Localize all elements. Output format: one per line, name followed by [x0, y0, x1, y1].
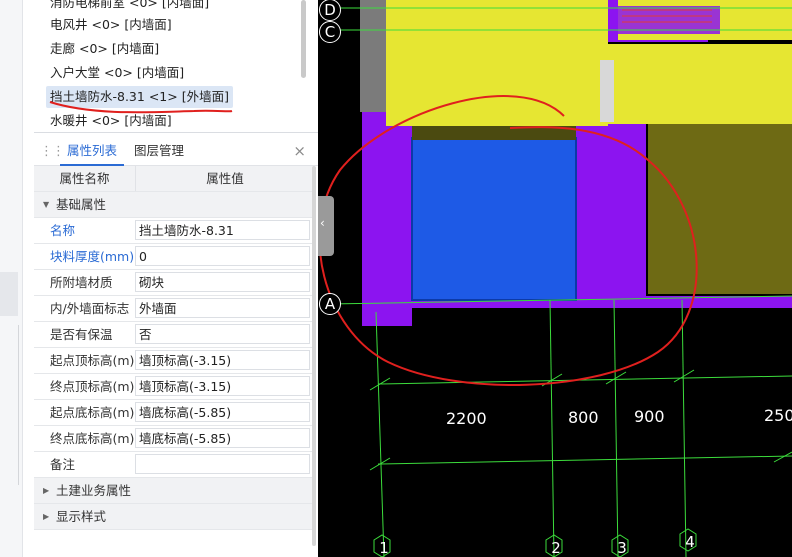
- group-display[interactable]: ▶ 显示样式: [34, 504, 314, 530]
- dimension-label: 2200: [446, 409, 487, 428]
- prop-name: 名称: [50, 223, 76, 238]
- expand-down-icon: ▼: [43, 200, 50, 209]
- table-row: 起点顶标高(m) 墙顶标高(-3.15): [34, 348, 314, 374]
- prop-name: 是否有保温: [50, 327, 113, 342]
- prop-name: 起点底标高(m): [50, 405, 135, 420]
- table-row: 终点顶标高(m) 墙顶标高(-3.15): [34, 374, 314, 400]
- left-strip-divider: [0, 325, 19, 485]
- yellow-block-left: [386, 0, 608, 126]
- yellow-block-right: [602, 44, 792, 124]
- prop-name: 所附墙材质: [50, 275, 113, 290]
- group-civil[interactable]: ▶ 土建业务属性: [34, 478, 314, 504]
- header-value: 属性值: [206, 171, 244, 186]
- dimension-label: 250: [764, 406, 792, 425]
- prop-name: 内/外墙面标志: [50, 301, 130, 316]
- group-label: 土建业务属性: [56, 483, 132, 498]
- expand-right-icon: ▶: [43, 512, 50, 521]
- list-divider: [34, 132, 318, 133]
- panel-collapse-handle[interactable]: ‹: [318, 196, 334, 256]
- prop-value-field[interactable]: [135, 454, 310, 474]
- property-table: 属性名称 属性值 ▼ 基础属性 名称 挡土墙防水-8.31 块料厚度(mm) 0…: [34, 166, 314, 530]
- prop-value-field[interactable]: 挡土墙防水-8.31: [135, 220, 310, 240]
- olive-area: [648, 118, 792, 294]
- prop-value-field[interactable]: 否: [135, 324, 310, 344]
- chevron-left-icon: ‹: [320, 216, 325, 230]
- prop-value-field[interactable]: 0: [135, 246, 310, 266]
- prop-name: 终点底标高(m): [50, 431, 135, 446]
- prop-value-field[interactable]: 墙顶标高(-3.15): [135, 350, 310, 370]
- axis-label-D: D: [319, 0, 341, 21]
- blue-wall-block: [412, 138, 576, 300]
- group-label: 显示样式: [56, 509, 107, 524]
- component-panel: 消防电梯前室 <0> [内墙面] 电风井 <0> [内墙面] 走廊 <0> [内…: [34, 0, 318, 557]
- prop-name: 起点顶标高(m): [50, 353, 135, 368]
- grid-number: 3: [617, 539, 627, 557]
- table-row: 起点底标高(m) 墙底标高(-5.85): [34, 400, 314, 426]
- grid-number: 2: [551, 539, 561, 557]
- dimension-label: 800: [568, 408, 599, 427]
- prop-value-field[interactable]: 外墙面: [135, 298, 310, 318]
- dimension-label: 900: [634, 407, 665, 426]
- axis-label-C: C: [319, 21, 341, 43]
- table-row: 名称 挡土墙防水-8.31: [34, 218, 314, 244]
- header-name: 属性名称: [59, 171, 110, 186]
- table-row: 内/外墙面标志 外墙面: [34, 296, 314, 322]
- table-header: 属性名称 属性值: [34, 166, 314, 192]
- grid-number: 1: [379, 539, 389, 557]
- expand-right-icon: ▶: [43, 486, 50, 495]
- prop-name: 块料厚度(mm): [50, 249, 135, 264]
- tab-layers[interactable]: 图层管理: [134, 138, 190, 164]
- table-row: 备注: [34, 452, 314, 478]
- table-row: 块料厚度(mm) 0: [34, 244, 314, 270]
- purple-wall-mid: [576, 118, 646, 304]
- table-row: 是否有保温 否: [34, 322, 314, 348]
- panel-scrollbar[interactable]: [312, 166, 316, 546]
- prop-value-field[interactable]: 墙底标高(-5.85): [135, 428, 310, 448]
- plan-drawing: [318, 0, 792, 557]
- panel-tabbar: ⋮⋮ 属性列表 图层管理 ×: [34, 138, 318, 166]
- grid-number: 4: [685, 533, 695, 551]
- prop-name: 备注: [50, 457, 76, 472]
- group-basic[interactable]: ▼ 基础属性: [34, 192, 314, 218]
- tab-properties[interactable]: 属性列表: [60, 138, 124, 166]
- grey-wall: [360, 0, 386, 112]
- table-row: 终点底标高(m) 墙底标高(-5.85): [34, 426, 314, 452]
- left-side-strip: [0, 0, 23, 557]
- prop-value-field[interactable]: 墙顶标高(-3.15): [135, 376, 310, 396]
- close-icon[interactable]: ×: [293, 142, 306, 160]
- selection-underline-annotation: [49, 101, 233, 114]
- prop-value-field[interactable]: 砌块: [135, 272, 310, 292]
- prop-name: 终点顶标高(m): [50, 379, 135, 394]
- purple-wall-left: [362, 112, 412, 326]
- drawing-canvas[interactable]: D C A 2200 800 900 250 1 2 3 4: [318, 0, 792, 557]
- table-row: 所附墙材质 砌块: [34, 270, 314, 296]
- prop-value-field[interactable]: 墙底标高(-5.85): [135, 402, 310, 422]
- group-label: 基础属性: [56, 197, 107, 212]
- left-strip-marker: [0, 272, 18, 316]
- axis-label-A: A: [319, 293, 341, 315]
